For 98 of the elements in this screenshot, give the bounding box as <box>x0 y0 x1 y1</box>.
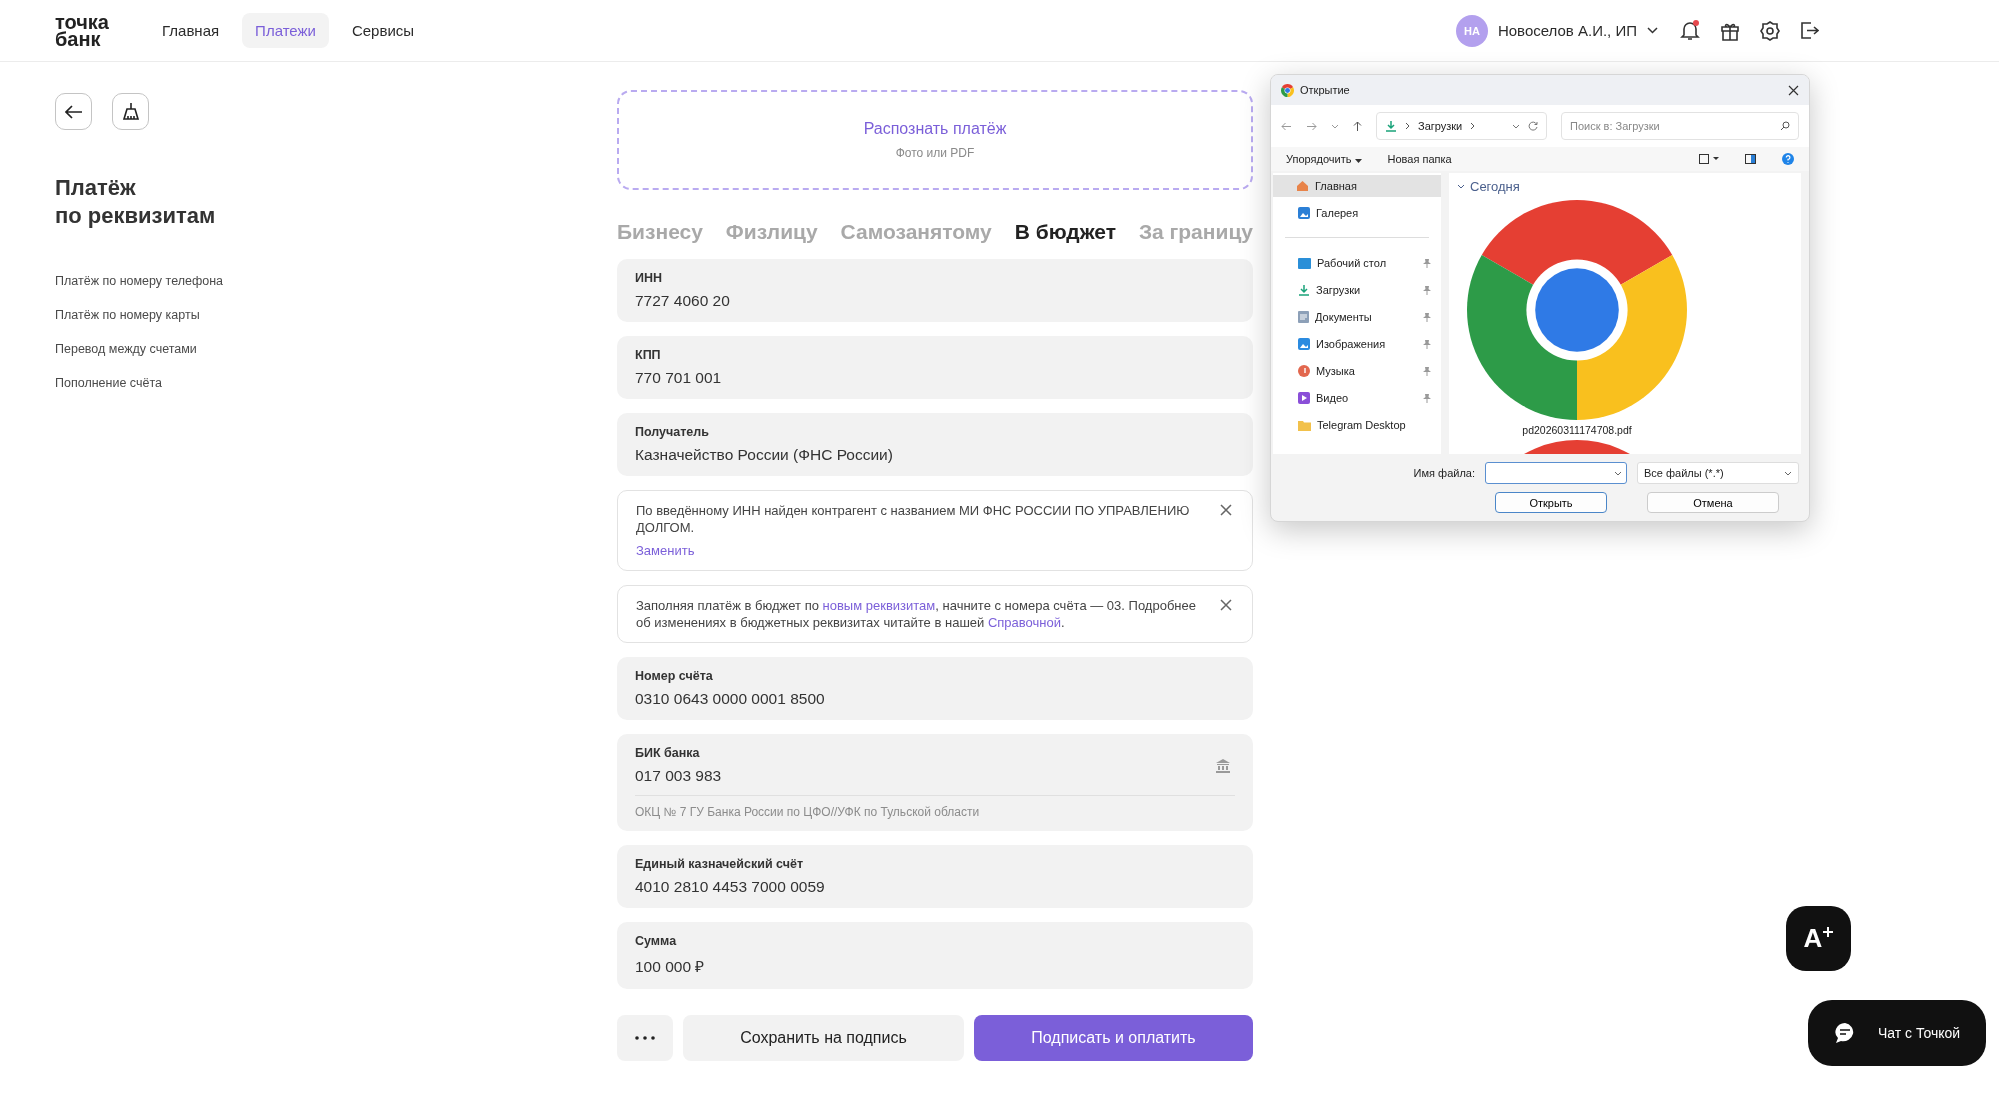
input-field[interactable]: Номер счёта 0310 0643 0000 0001 8500 <box>617 657 1253 720</box>
pin-icon <box>1423 258 1431 268</box>
pin-icon <box>1423 285 1431 295</box>
pin-icon <box>1423 366 1431 376</box>
input-field[interactable]: Единый казначейский счёт 4010 2810 4453 7000 0059 <box>617 845 1253 908</box>
dialog-title: Открытие <box>1300 84 1351 96</box>
organize-menu[interactable]: Упорядочить <box>1286 153 1362 165</box>
arrow-left-icon <box>64 104 83 119</box>
save-button[interactable]: Сохранить на подпись <box>683 1015 964 1061</box>
bank-icon <box>1215 758 1231 773</box>
pay-button[interactable]: Подписать и оплатить <box>974 1015 1253 1061</box>
video-icon <box>1298 392 1310 404</box>
chevron-right-icon <box>1470 122 1476 130</box>
close-icon[interactable] <box>1788 84 1799 96</box>
nav-item[interactable]: Галерея <box>1273 202 1441 224</box>
image-icon <box>1298 338 1310 350</box>
more-icon <box>635 1036 655 1040</box>
nav-item[interactable]: Загрузки <box>1273 279 1441 301</box>
refresh-icon <box>1528 121 1538 131</box>
bell-icon[interactable] <box>1680 20 1700 41</box>
nav-item[interactable]: Главная <box>1273 175 1441 197</box>
input-field[interactable]: БИК банка 017 003 983 ОКЦ № 7 ГУ Банка России по ЦФО//УФК по Тульской области <box>617 734 1253 831</box>
address-bar[interactable]: Загрузки <box>1376 112 1547 140</box>
chat-button[interactable]: Чат с Точкой <box>1808 1000 1986 1066</box>
broom-icon <box>121 102 140 121</box>
filename-label: Имя файла: <box>1412 467 1475 479</box>
nav-item[interactable]: Музыка <box>1273 360 1441 382</box>
nav-tab[interactable]: Сервисы <box>338 13 428 48</box>
page-title: Платёж по реквизитам <box>55 174 217 230</box>
chevron-down-icon[interactable] <box>1331 123 1339 129</box>
recipient-tab[interactable]: В бюджет <box>1014 220 1116 244</box>
sidebar-link[interactable]: Пополнение счёта <box>55 376 162 390</box>
settings-icon[interactable] <box>1760 20 1780 41</box>
music-icon <box>1298 365 1310 377</box>
input-field[interactable]: ИНН 7727 4060 20 <box>617 259 1253 322</box>
file-item[interactable]: pd20260311174708.pdf <box>1457 200 1697 436</box>
nav-item[interactable]: Документы <box>1273 306 1441 328</box>
search-field[interactable]: Поиск в: Загрузки <box>1561 112 1799 140</box>
text-link[interactable]: Справочной <box>987 615 1061 630</box>
chevron-down-icon <box>1457 184 1465 189</box>
pin-icon <box>1423 393 1431 403</box>
notice-text: Заполняя платёж в бюджет по новым реквизитам, начните с номера счёта — 03. Подробнее об изменениях в бюджетных реквизитах читайте в нашей Справочной. <box>636 597 1197 631</box>
app-icon <box>1281 83 1294 97</box>
help-icon[interactable] <box>1782 153 1794 165</box>
chevron-down-icon <box>1784 470 1792 476</box>
ring-thumbnail-icon <box>1467 200 1687 420</box>
bank-logo[interactable]: точка банк <box>55 13 109 48</box>
gallery-icon <box>1298 207 1310 219</box>
arrow-left-icon[interactable] <box>1281 121 1292 131</box>
preview-pane-icon[interactable] <box>1745 154 1756 164</box>
chevron-right-icon <box>1405 122 1410 130</box>
arrow-right-icon[interactable] <box>1306 121 1317 131</box>
home-icon <box>1296 180 1309 192</box>
close-icon[interactable] <box>1220 599 1232 611</box>
chevron-down-icon <box>1647 27 1658 34</box>
group-header[interactable]: Сегодня <box>1457 179 1793 194</box>
download-icon <box>1298 284 1310 296</box>
close-icon[interactable] <box>1220 504 1232 516</box>
new-folder-button[interactable]: Новая папка <box>1387 153 1673 165</box>
caret-down-icon <box>1354 159 1362 163</box>
replace-link[interactable]: Заменить <box>636 542 695 559</box>
back-button[interactable] <box>55 93 92 130</box>
chat-bubble-icon <box>1833 1022 1856 1044</box>
sidebar-link[interactable]: Перевод между счетами <box>55 342 197 356</box>
nav-item[interactable]: Рабочий стол <box>1273 252 1441 274</box>
clear-button[interactable] <box>112 93 149 130</box>
arrow-up-icon[interactable] <box>1353 120 1362 132</box>
nav-item[interactable]: Telegram Desktop <box>1273 414 1441 436</box>
nav-item[interactable]: Изображения <box>1273 333 1441 355</box>
view-icon[interactable] <box>1699 154 1719 164</box>
user-avatar: НА <box>1455 14 1488 47</box>
input-field[interactable]: Сумма 100 000 ₽ <box>617 922 1253 989</box>
filename-field[interactable] <box>1485 462 1627 484</box>
folder-icon <box>1298 419 1311 431</box>
input-field[interactable]: Получатель Казначейство России (ФНС России) <box>617 413 1253 476</box>
sidebar-link[interactable]: Платёж по номеру карты <box>55 308 200 322</box>
upload-dropzone[interactable]: Распознать платёж Фото или PDF <box>617 90 1253 190</box>
bank-name-text: ОКЦ № 7 ГУ Банка России по ЦФО//УФК по Тульской области <box>635 795 1235 819</box>
nav-tab[interactable]: Главная <box>149 13 233 48</box>
font-size-button[interactable]: A <box>1786 906 1851 971</box>
cancel-button[interactable]: Отмена <box>1647 492 1779 513</box>
nav-tab[interactable]: Платежи <box>242 13 329 48</box>
download-icon <box>1385 120 1397 132</box>
search-icon <box>1780 121 1790 131</box>
chevron-down-icon <box>1512 123 1520 129</box>
notice-text: По введённому ИНН найден контрагент с названием МИ ФНС РОССИИ ПО УПРАВЛЕНИЮ ДОЛГОМ. <box>636 502 1191 536</box>
pin-icon <box>1423 312 1431 322</box>
filetype-dropdown[interactable]: Все файлы (*.*) <box>1637 462 1799 484</box>
sidebar-link[interactable]: Платёж по номеру телефона <box>55 274 224 288</box>
user-menu[interactable]: НА Новоселов А.И., ИП <box>1455 14 1658 47</box>
chevron-down-icon <box>1614 470 1622 476</box>
nav-item[interactable]: Видео <box>1273 387 1441 409</box>
input-field[interactable]: КПП 770 701 001 <box>617 336 1253 399</box>
pin-icon <box>1423 339 1431 349</box>
open-button[interactable]: Открыть <box>1495 492 1607 513</box>
document-icon <box>1298 311 1309 323</box>
logout-icon[interactable] <box>1800 21 1819 40</box>
desktop-icon <box>1298 257 1311 269</box>
